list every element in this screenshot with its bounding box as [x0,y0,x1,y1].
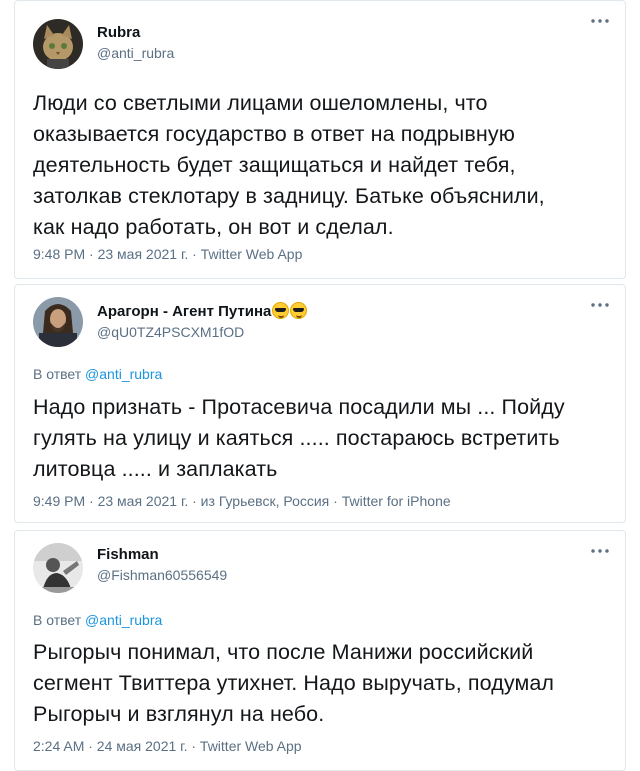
tweet-text: Люди со светлыми лицами ошеломлены, что … [33,91,545,239]
author-name[interactable]: Rubra [97,24,174,41]
sunglasses-emoji-icon [290,302,308,319]
reply-to-link[interactable]: @anti_rubra [85,366,162,382]
tweet-card[interactable]: Rubra @anti_rubra Люди со светлыми лицам… [14,0,626,279]
sunglasses-emoji-icon [272,302,290,319]
avatar[interactable] [33,297,83,347]
author-handle[interactable]: @anti_rubra [97,45,174,61]
tweet-text: Рыгорыч понимал, что после Манижи россий… [33,640,555,726]
author-handle[interactable]: @qU0TZ4PSCXM1fOD [97,324,307,340]
author-handle[interactable]: @Fishman60556549 [97,567,227,583]
reply-to-link[interactable]: @anti_rubra [85,612,162,628]
more-options-icon[interactable] [589,15,611,27]
tweet-card[interactable]: Арагорн - Агент Путина @qU0TZ4PSCXM1fOD … [14,284,626,523]
author-name[interactable]: Fishman [97,546,227,563]
author-name[interactable]: Арагорн - Агент Путина [97,302,308,320]
tweet-meta[interactable]: 2:24 AM · 24 мая 2021 г. · Twitter Web A… [33,738,302,754]
avatar[interactable] [33,543,83,593]
reply-prefix: В ответ [33,612,82,628]
more-options-icon[interactable] [589,545,611,557]
reply-prefix: В ответ [33,366,82,382]
tweet-card[interactable]: Fishman @Fishman60556549 В ответ @anti_r… [14,530,626,771]
avatar[interactable] [33,19,83,69]
more-options-icon[interactable] [589,299,611,311]
tweet-meta[interactable]: 9:49 PM · 23 мая 2021 г. · из Гурьевск, … [33,493,451,509]
reply-context: В ответ @anti_rubra [33,366,162,382]
author-name-text[interactable]: Арагорн - Агент Путина [97,303,271,320]
tweet-meta[interactable]: 9:48 PM · 23 мая 2021 г. · Twitter Web A… [33,246,302,262]
reply-context: В ответ @anti_rubra [33,612,162,628]
tweet-text: Надо признать - Протасевича посадили мы … [33,395,565,481]
